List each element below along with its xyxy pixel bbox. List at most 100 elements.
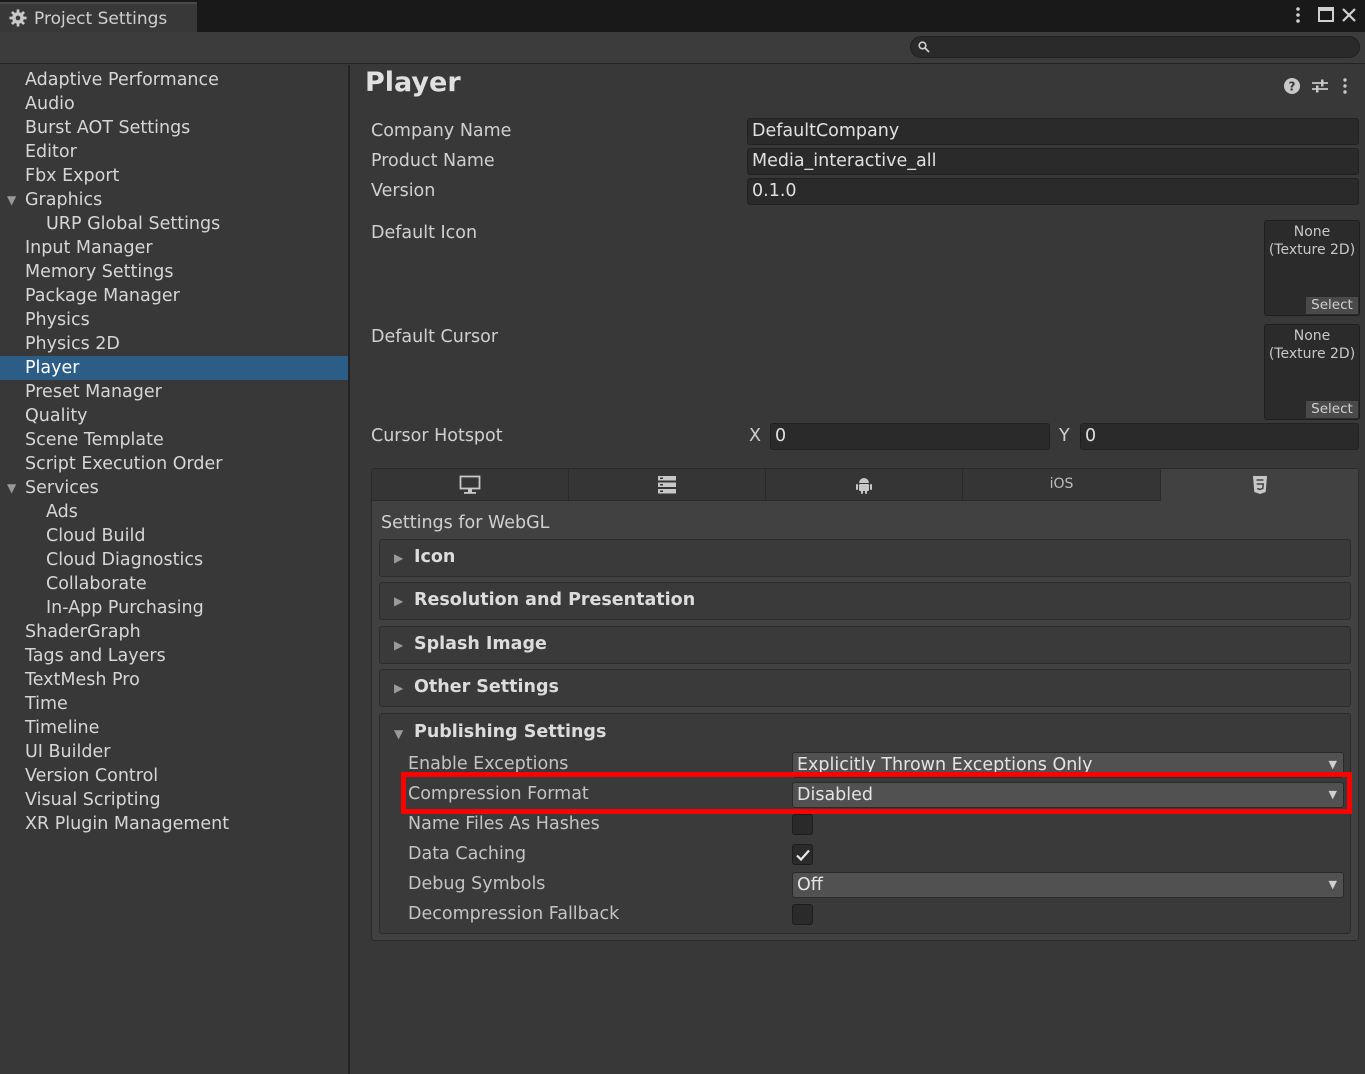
sidebar-item-textmesh-pro[interactable]: TextMesh Pro [0,668,348,692]
sidebar-item-label: ShaderGraph [25,622,141,642]
version-field[interactable]: 0.1.0 [747,178,1359,205]
sidebar-item-burst-aot-settings[interactable]: Burst AOT Settings [0,116,348,140]
maximize-icon[interactable] [1317,5,1335,25]
chevron-down-icon: ▼ [1328,878,1337,891]
sidebar-item-label: Scene Template [25,430,164,450]
select-button[interactable]: Select [1306,401,1358,418]
default-icon-field[interactable]: None (Texture 2D) Select [1264,220,1360,316]
sidebar-item-memory-settings[interactable]: Memory Settings [0,260,348,284]
tab-server[interactable] [569,469,766,501]
decompression-fallback-checkbox[interactable] [792,904,813,925]
dropdown-value: Explicitly Thrown Exceptions Only [797,755,1093,775]
sidebar-item-input-manager[interactable]: Input Manager [0,236,348,260]
sidebar-item-label: XR Plugin Management [25,814,230,834]
collapsed-arrow-icon: ▶ [394,594,404,608]
sidebar-item-timeline[interactable]: Timeline [0,716,348,740]
splash-image-section-foldout[interactable]: ▶ Splash Image [379,626,1351,664]
gear-icon [9,9,27,27]
default-icon-label: Default Icon [371,223,478,243]
debug-symbols-dropdown[interactable]: Off ▼ [792,872,1344,898]
product-name-label: Product Name [371,151,495,171]
other-settings-section-foldout[interactable]: ▶ Other Settings [379,669,1351,707]
tab-android[interactable] [766,469,963,501]
sidebar-item-cloud-build[interactable]: Cloud Build [0,524,348,548]
sidebar-item-version-control[interactable]: Version Control [0,764,348,788]
sidebar-item-physics[interactable]: Physics [0,308,348,332]
sidebar-item-collaborate[interactable]: Collaborate [0,572,348,596]
sidebar-item-graphics[interactable]: ▼ Graphics [0,188,348,212]
dropdown-value: Off [797,875,823,895]
sidebar-item-fbx-export[interactable]: Fbx Export [0,164,348,188]
more-options-icon[interactable] [1292,5,1304,25]
resolution-section-foldout[interactable]: ▶ Resolution and Presentation [379,582,1351,620]
sidebar-item-scene-template[interactable]: Scene Template [0,428,348,452]
expand-arrow-icon[interactable]: ▼ [7,476,16,500]
compression-format-dropdown[interactable]: Disabled ▼ [792,782,1344,808]
sidebar-item-package-manager[interactable]: Package Manager [0,284,348,308]
sidebar-item-label: Quality [25,406,88,426]
company-name-label: Company Name [371,121,512,141]
sidebar-item-tags-and-layers[interactable]: Tags and Layers [0,644,348,668]
sidebar-item-quality[interactable]: Quality [0,404,348,428]
sidebar-item-label: Tags and Layers [25,646,166,666]
data-caching-checkbox[interactable] [792,844,813,865]
sidebar-item-ui-builder[interactable]: UI Builder [0,740,348,764]
sidebar-item-urp-global-settings[interactable]: URP Global Settings [0,212,348,236]
section-title[interactable]: Publishing Settings [414,722,606,742]
android-icon [856,478,872,494]
checkmark-icon [796,849,810,862]
sidebar-item-ads[interactable]: Ads [0,500,348,524]
tab-ios[interactable]: iOS [963,469,1161,501]
sidebar-item-label: Graphics [25,190,103,210]
help-icon[interactable]: ? [1283,77,1301,95]
object-field-type-text: (Texture 2D) [1268,346,1356,362]
tab-webgl[interactable] [1161,469,1358,501]
sidebar-item-adaptive-performance[interactable]: Adaptive Performance [0,68,348,92]
sidebar-item-audio[interactable]: Audio [0,92,348,116]
sidebar-item-label: Cloud Diagnostics [46,550,204,570]
expand-arrow-icon[interactable]: ▼ [7,188,16,212]
sidebar-item-label: Timeline [25,718,100,738]
sidebar-item-cloud-diagnostics[interactable]: Cloud Diagnostics [0,548,348,572]
search-input[interactable] [935,38,1350,56]
data-caching-label: Data Caching [408,844,527,864]
sidebar-item-script-execution-order[interactable]: Script Execution Order [0,452,348,476]
icon-section-foldout[interactable]: ▶ Icon [379,539,1351,577]
enable-exceptions-dropdown[interactable]: Explicitly Thrown Exceptions Only ▼ [792,752,1344,778]
settings-for-platform-label: Settings for WebGL [381,513,550,533]
name-files-as-hashes-checkbox[interactable] [792,814,813,835]
svg-text:?: ? [1289,80,1296,94]
company-name-field[interactable]: DefaultCompany [747,118,1359,145]
preset-sliders-icon[interactable] [1311,77,1329,95]
expanded-arrow-icon[interactable]: ▼ [394,727,403,741]
search-box[interactable] [910,36,1360,58]
tab-standalone[interactable] [372,469,569,501]
default-cursor-label: Default Cursor [371,327,499,347]
product-name-field[interactable]: Media_interactive_all [747,148,1359,175]
sidebar-item-preset-manager[interactable]: Preset Manager [0,380,348,404]
publishing-settings-section: ▼ Publishing Settings Enable Exceptions … [379,713,1351,934]
sidebar-item-shadergraph[interactable]: ShaderGraph [0,620,348,644]
sidebar-item-editor[interactable]: Editor [0,140,348,164]
sidebar-item-xr-plugin-management[interactable]: XR Plugin Management [0,812,348,836]
sidebar-item-label: Memory Settings [25,262,174,282]
sidebar-item-services[interactable]: ▼ Services [0,476,348,500]
sidebar-item-in-app-purchasing[interactable]: In-App Purchasing [0,596,348,620]
settings-sidebar: Adaptive Performance Audio Burst AOT Set… [0,65,348,1074]
select-button[interactable]: Select [1306,297,1358,314]
default-cursor-field[interactable]: None (Texture 2D) Select [1264,324,1360,420]
close-icon[interactable] [1341,5,1357,25]
section-title: Resolution and Presentation [414,590,696,610]
section-title: Other Settings [414,677,559,697]
sidebar-item-player[interactable]: Player [0,356,348,380]
hotspot-x-field[interactable]: 0 [770,423,1050,450]
object-field-none-text: None [1293,328,1331,344]
object-field-none-text: None [1293,224,1331,240]
hotspot-y-field[interactable]: 0 [1080,423,1359,450]
sidebar-item-visual-scripting[interactable]: Visual Scripting [0,788,348,812]
sidebar-item-label: TextMesh Pro [25,670,140,690]
more-options-icon[interactable] [1340,77,1350,95]
sidebar-item-time[interactable]: Time [0,692,348,716]
project-settings-tab[interactable]: Project Settings [0,2,197,32]
sidebar-item-physics-2d[interactable]: Physics 2D [0,332,348,356]
